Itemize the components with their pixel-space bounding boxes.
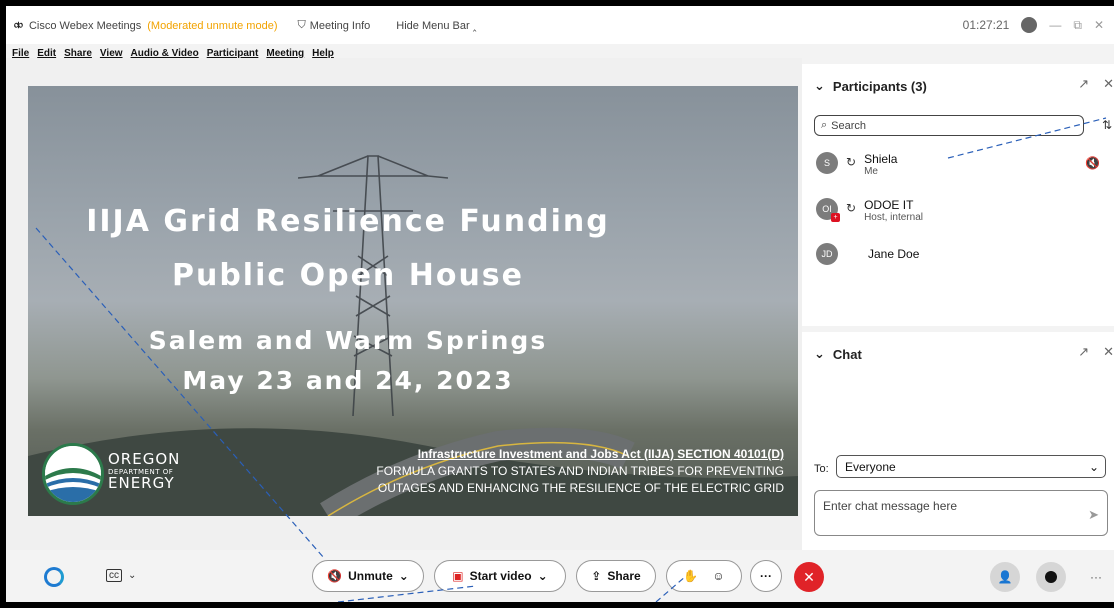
muted-mic-icon[interactable]: 🔇 — [1085, 156, 1100, 170]
share-icon: ⇪ — [591, 569, 602, 583]
close-window-button[interactable]: ✕ — [1094, 18, 1104, 32]
more-options-button[interactable]: ··· — [750, 560, 782, 592]
avatar: S — [816, 152, 838, 174]
chat-panel: ⌄ Chat ↗ ✕ To: Everyone ⌄ Enter chat mes… — [802, 332, 1114, 550]
slide-subtitle-line1: Salem and Warm Springs — [148, 326, 548, 355]
muted-mic-icon: 🔇 — [327, 569, 343, 583]
send-icon[interactable]: ➤ — [1088, 507, 1099, 523]
iija-line1: FORMULA GRANTS TO STATES AND INDIAN TRIB… — [376, 464, 784, 478]
slide-subtitle-line2: May 23 and 24, 2023 — [182, 366, 514, 395]
meeting-timer: 01:27:21 — [962, 18, 1010, 32]
participant-role: Me — [864, 166, 878, 177]
meeting-toolbar: cc ⌄ 🔇 Unmute ⌄ ▣ Start video ⌄ ⇪ Share … — [6, 550, 1114, 602]
chevron-down-icon: ⌄ — [537, 569, 548, 583]
chat-recipient-select[interactable]: Everyone ⌄ — [836, 455, 1106, 478]
participant-role: Host, internal — [864, 212, 923, 223]
participants-icon: 👤 — [997, 570, 1013, 584]
close-icon: ✕ — [803, 568, 815, 585]
participant-row[interactable]: OI + ↻ ODOE IT Host, internal — [816, 198, 923, 223]
chat-icon — [1045, 571, 1057, 583]
chevron-down-icon: ⌄ — [398, 569, 409, 583]
participants-panel: ⌄ Participants (3) ↗ ✕ ⌕ Search ⇅ S ↻ Sh… — [802, 64, 1114, 326]
app-name: Cisco Webex Meetings — [28, 19, 142, 32]
avatar: JD — [816, 243, 838, 265]
moderated-mode-label: (Moderated unmute mode) — [147, 19, 278, 32]
reactions-group: ✋ ☺ — [666, 560, 742, 592]
chat-to-label: To: — [814, 463, 829, 475]
video-off-icon: ▣ — [452, 569, 464, 583]
chevron-up-icon: ‸ — [472, 20, 477, 32]
chevron-down-icon: ⌄ — [128, 570, 137, 581]
chevron-down-icon: ⌄ — [814, 346, 825, 361]
webex-logo-icon: ⧞ — [14, 19, 23, 31]
chevron-down-icon: ⌄ — [1088, 459, 1099, 474]
close-icon[interactable]: ✕ — [1103, 344, 1114, 360]
slide-title-line2: Public Open House — [171, 258, 525, 293]
host-badge-icon: + — [831, 213, 840, 222]
share-button[interactable]: ⇪ Share — [576, 560, 656, 592]
slide-title-line1: IIJA Grid Resilience Funding — [86, 204, 610, 239]
webex-window: ⧞ Cisco Webex Meetings (Moderated unmute… — [6, 6, 1114, 602]
sync-icon: ↻ — [846, 201, 857, 215]
participants-toggle-button[interactable]: 👤 — [990, 562, 1020, 592]
participant-name: ODOE IT — [864, 198, 914, 212]
participant-row[interactable]: JD Jane Doe — [816, 243, 919, 265]
closed-captions-button[interactable]: cc ⌄ — [106, 569, 136, 582]
minimize-button[interactable]: — — [1049, 18, 1061, 32]
participant-search-input[interactable]: ⌕ Search — [814, 115, 1084, 136]
participant-name: Jane Doe — [868, 247, 920, 261]
webex-assistant-icon[interactable] — [44, 567, 64, 587]
participants-header[interactable]: ⌄ Participants (3) — [814, 78, 927, 94]
search-icon: ⌕ — [821, 119, 828, 131]
title-bar: ⧞ Cisco Webex Meetings (Moderated unmute… — [6, 6, 1114, 44]
sync-icon: ↻ — [846, 155, 857, 169]
chevron-down-icon: ⌄ — [814, 78, 825, 93]
more-panels-button[interactable]: ··· — [1090, 570, 1102, 584]
popout-icon[interactable]: ↗ — [1078, 344, 1089, 360]
restore-button[interactable]: ⧉ — [1073, 18, 1082, 33]
shield-icon: ⛉ — [297, 19, 306, 31]
hide-menu-bar-button[interactable]: Hide Menu Bar ‸ — [396, 19, 476, 32]
chat-toggle-button[interactable] — [1036, 562, 1066, 592]
avatar: OI + — [816, 198, 840, 222]
oregon-energy-logo — [42, 443, 104, 505]
participant-name: Shiela — [864, 152, 898, 166]
participant-row[interactable]: S ↻ Shiela Me — [816, 152, 897, 177]
end-meeting-button[interactable]: ✕ — [794, 562, 824, 592]
start-video-button[interactable]: ▣ Start video ⌄ — [434, 560, 566, 592]
chat-message-input[interactable]: Enter chat message here ➤ — [814, 490, 1108, 536]
cc-icon: cc — [106, 569, 122, 582]
shared-slide: IIJA Grid Resilience Funding Public Open… — [28, 86, 798, 516]
user-status-icon[interactable] — [1021, 17, 1038, 33]
iija-line2: OUTAGES AND ENHANCING THE RESILIENCE OF … — [377, 481, 784, 495]
emoji-icon[interactable]: ☺ — [712, 569, 724, 583]
chat-header[interactable]: ⌄ Chat — [814, 346, 862, 362]
sort-icon[interactable]: ⇅ — [1102, 118, 1112, 132]
popout-icon[interactable]: ↗ — [1078, 76, 1089, 92]
unmute-button[interactable]: 🔇 Unmute ⌄ — [312, 560, 424, 592]
close-icon[interactable]: ✕ — [1103, 76, 1114, 92]
iija-heading: Infrastructure Investment and Jobs Act (… — [417, 447, 784, 461]
iija-caption: Infrastructure Investment and Jobs Act (… — [376, 446, 784, 497]
meeting-info-button[interactable]: ⛉ Meeting Info — [297, 19, 370, 32]
oregon-energy-wordmark: OREGON DEPARTMENT OF ENERGY — [108, 450, 181, 492]
raise-hand-icon[interactable]: ✋ — [683, 569, 698, 583]
